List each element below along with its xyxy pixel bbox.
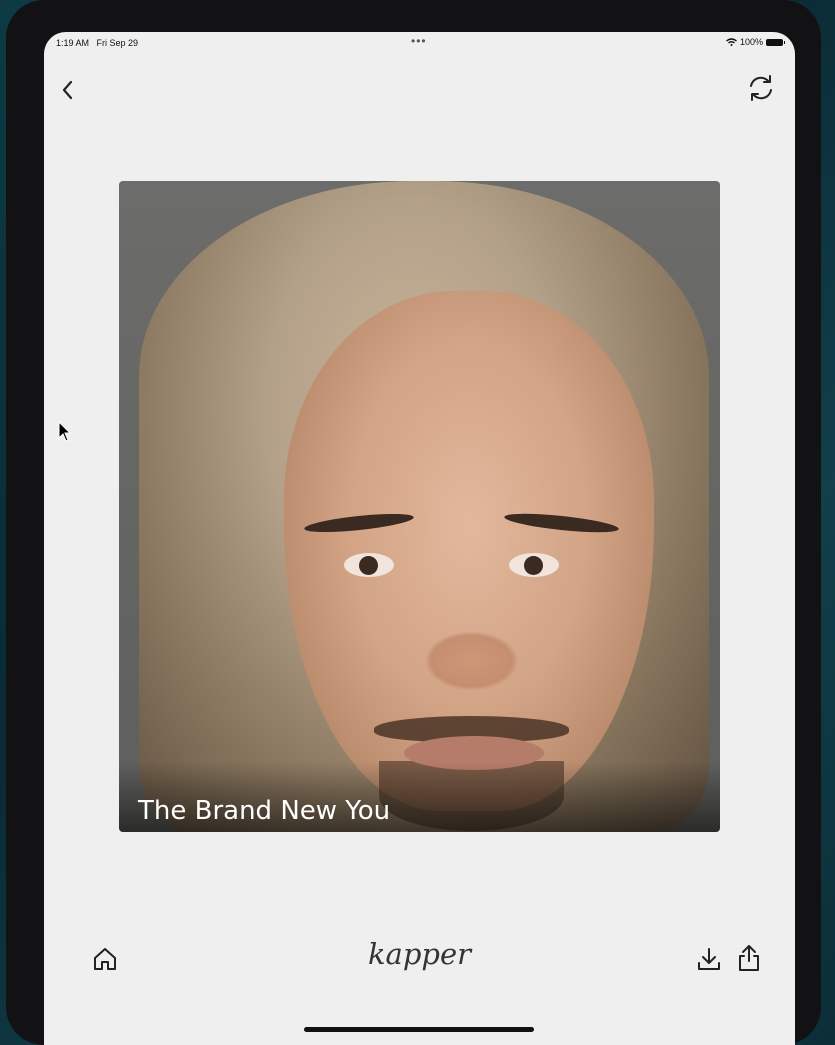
app-brand: kapper <box>367 937 471 971</box>
chevron-left-icon <box>62 80 73 100</box>
nose <box>424 631 519 691</box>
regenerate-button[interactable] <box>746 73 776 103</box>
status-time: 1:19 AM Fri Sep 29 <box>56 38 138 48</box>
result-photo: The Brand New You <box>119 181 720 832</box>
left-eyebrow <box>303 510 415 536</box>
battery-icon <box>766 38 785 46</box>
battery-percent: 100% <box>739 37 763 47</box>
status-bar: 1:19 AM Fri Sep 29 ••• 100% <box>44 32 795 54</box>
photo-caption: The Brand New You <box>138 796 391 826</box>
status-indicators: 100% <box>726 37 785 47</box>
right-eyebrow <box>503 510 620 536</box>
photo-face <box>284 291 654 831</box>
status-time-value: 1:19 AM <box>56 38 90 48</box>
download-button[interactable] <box>694 944 724 974</box>
left-eye <box>344 553 394 577</box>
multitasking-dots[interactable]: ••• <box>411 34 427 48</box>
status-date: Fri Sep 29 <box>96 38 139 48</box>
right-eye <box>509 553 559 577</box>
wifi-icon <box>726 38 737 46</box>
download-icon <box>698 948 720 970</box>
home-indicator[interactable] <box>304 1027 534 1032</box>
share-button[interactable] <box>734 943 764 973</box>
refresh-icon <box>750 75 772 101</box>
back-button[interactable] <box>56 78 80 102</box>
app-screen: 1:19 AM Fri Sep 29 ••• 100% The Brand Ne… <box>44 32 795 1045</box>
share-icon <box>739 945 759 971</box>
mouse-pointer-icon <box>58 421 72 442</box>
tablet-frame: 1:19 AM Fri Sep 29 ••• 100% The Brand Ne… <box>6 0 821 1045</box>
